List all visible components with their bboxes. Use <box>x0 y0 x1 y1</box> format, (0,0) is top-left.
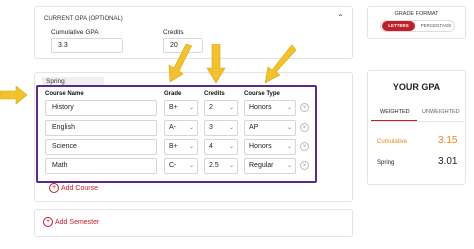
tabs-divider <box>371 121 464 122</box>
header-course-type: Course Type <box>244 91 280 97</box>
credits-value: 4 <box>209 143 213 150</box>
arrow-annotation-course-type <box>264 44 296 84</box>
cumulative-gpa-value: 3.15 <box>438 135 458 146</box>
remove-course-icon[interactable]: × <box>300 142 309 151</box>
course-type-value: Honors <box>249 143 272 150</box>
spring-gpa-value: 3.01 <box>438 156 458 167</box>
grade-select[interactable]: B+ ⌄ <box>164 100 198 116</box>
grade-value: C- <box>169 162 177 169</box>
credits-select[interactable]: 2.5 ⌄ <box>204 158 238 174</box>
course-name-input[interactable]: English <box>45 120 157 136</box>
grade-format-card: GRADE FORMAT LETTERS PERCENTAGE <box>367 6 466 39</box>
header-credits: Credits <box>204 91 225 97</box>
chevron-down-icon: ⌄ <box>188 105 194 111</box>
your-gpa-title: YOUR GPA <box>392 82 441 92</box>
course-type-value: Regular <box>249 162 274 169</box>
add-course-button[interactable]: + Add Course <box>49 183 98 193</box>
remove-course-icon[interactable]: × <box>300 161 309 170</box>
grade-value: B+ <box>169 104 178 111</box>
grade-select[interactable]: C- ⌄ <box>164 158 198 174</box>
header-grade: Grade <box>164 91 182 97</box>
course-type-select[interactable]: Honors ⌄ <box>244 100 296 116</box>
cumulative-gpa-input[interactable]: 3.3 <box>51 38 123 53</box>
credits-select[interactable]: 2 ⌄ <box>204 100 238 116</box>
chevron-down-icon: ⌄ <box>286 144 292 150</box>
chevron-down-icon: ⌄ <box>286 125 292 131</box>
plus-circle-icon: + <box>49 183 59 193</box>
chevron-down-icon: ⌄ <box>188 125 194 131</box>
course-type-select[interactable]: Honors ⌄ <box>244 139 296 155</box>
chevron-down-icon: ⌄ <box>286 105 292 111</box>
course-type-select[interactable]: AP ⌄ <box>244 120 296 136</box>
tab-weighted[interactable]: WEIGHTED <box>380 109 410 115</box>
course-name-input[interactable]: History <box>45 100 157 116</box>
spring-label: Spring <box>377 160 395 166</box>
grade-format-title: GRADE FORMAT <box>394 11 439 17</box>
letters-option[interactable]: LETTERS <box>382 21 415 31</box>
credits-value: 2.5 <box>209 162 219 169</box>
grade-value: A- <box>169 124 176 131</box>
grade-select[interactable]: A- ⌄ <box>164 120 198 136</box>
chevron-down-icon: ⌄ <box>188 163 194 169</box>
grade-format-toggle[interactable]: LETTERS PERCENTAGE <box>380 20 455 32</box>
course-name-input[interactable]: Science <box>45 139 157 155</box>
chevron-down-icon: ⌄ <box>228 105 234 111</box>
chevron-down-icon: ⌄ <box>188 144 194 150</box>
credits-select[interactable]: 4 ⌄ <box>204 139 238 155</box>
remove-course-icon[interactable]: × <box>300 123 309 132</box>
grade-select[interactable]: B+ ⌄ <box>164 139 198 155</box>
add-semester-label: Add Semester <box>55 218 100 226</box>
current-gpa-title: CURRENT GPA (OPTIONAL) <box>44 16 123 22</box>
credits-label: Credits <box>163 29 184 36</box>
credits-value: 2 <box>209 104 213 111</box>
chevron-up-icon[interactable]: ⌃ <box>337 13 344 22</box>
plus-circle-icon: + <box>43 217 53 227</box>
credits-select[interactable]: 3 ⌄ <box>204 120 238 136</box>
cumulative-label: Cumulative <box>377 139 408 145</box>
course-name-input[interactable]: Math <box>45 158 157 174</box>
cumulative-gpa-label: Cumulative GPA <box>51 29 99 36</box>
chevron-down-icon: ⌄ <box>228 125 234 131</box>
chevron-down-icon: ⌄ <box>286 163 292 169</box>
percentage-option[interactable]: PERCENTAGE <box>417 21 455 31</box>
chevron-down-icon: ⌄ <box>228 144 234 150</box>
course-type-value: AP <box>249 124 259 131</box>
course-type-value: Honors <box>249 104 272 111</box>
add-course-label: Add Course <box>61 184 98 192</box>
grade-value: B+ <box>169 143 178 150</box>
course-type-select[interactable]: Regular ⌄ <box>244 158 296 174</box>
arrow-annotation-grade <box>168 44 193 83</box>
arrow-annotation-credits <box>206 44 226 84</box>
chevron-down-icon: ⌄ <box>228 163 234 169</box>
header-course-name: Course Name <box>45 91 84 97</box>
your-gpa-card: YOUR GPA WEIGHTED UNWEIGHTED Cumulative … <box>367 70 466 185</box>
remove-course-icon[interactable]: × <box>300 103 309 112</box>
credits-value: 3 <box>209 124 213 131</box>
tab-unweighted[interactable]: UNWEIGHTED <box>422 109 460 115</box>
add-semester-button[interactable]: + Add Semester <box>43 217 99 227</box>
arrow-annotation-left <box>0 85 28 105</box>
